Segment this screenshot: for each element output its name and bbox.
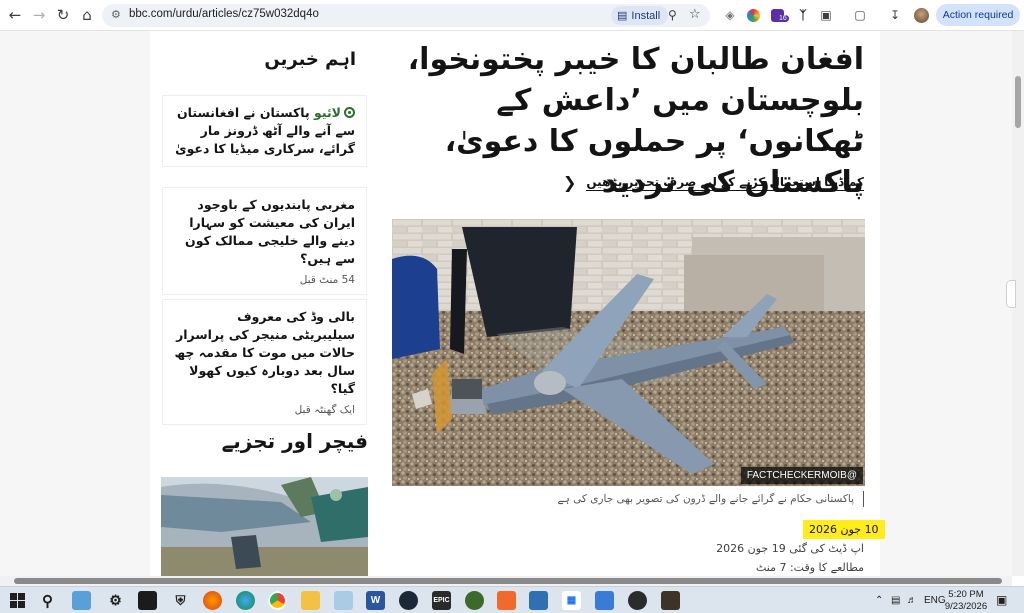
shield-extension-icon[interactable]: ◈ (721, 6, 739, 24)
search-icon[interactable]: ⚲ (38, 591, 57, 610)
story-timestamp: ایک گھنٹہ قبل (294, 404, 355, 416)
live-label: لائیو (314, 105, 341, 120)
hero-image: FACTCHECKERMOIB@ (392, 219, 865, 486)
settings-gear-icon[interactable]: ⚙ (106, 591, 125, 610)
clock-date: 9/23/2026 (944, 601, 988, 612)
site-info-icon[interactable]: ⚙ (111, 8, 121, 21)
firefox-icon[interactable] (203, 591, 222, 610)
windows-start-icon[interactable] (8, 591, 27, 610)
drone-photo (392, 219, 865, 486)
image-credit: FACTCHECKERMOIB@ (740, 467, 863, 484)
bookmark-star-icon[interactable]: ☆ (689, 7, 701, 22)
xbox-icon[interactable] (465, 591, 484, 610)
article-page: افغان طالبان کا خیبر پختونخوا، بلوچستان … (0, 31, 1024, 576)
feature-image[interactable] (161, 477, 368, 576)
security-shield-icon[interactable]: ⛨ (171, 591, 190, 610)
install-label: Install (631, 9, 661, 22)
aircraft-photo (161, 477, 368, 576)
install-icon: ▤ (617, 10, 628, 22)
obs-icon[interactable] (628, 591, 647, 610)
browser-toolbar: ← → ↻ ⌂ ⚙ bbc.com/urdu/articles/cz75w032… (0, 0, 1024, 31)
document-icon[interactable]: ▦ (562, 591, 581, 610)
story-title[interactable]: بالی وڈ کی معروف سیلیبریٹی منیجر کی پراس… (173, 308, 355, 398)
language-indicator[interactable]: ENG (924, 595, 946, 606)
notepad-icon[interactable] (334, 591, 353, 610)
top-stories-heading: اہم خبریں (264, 49, 356, 70)
publish-date: 10 جون 2026 (803, 520, 885, 539)
horizontal-scroll-thumb[interactable] (14, 578, 1002, 584)
text-only-link[interactable]: کم ڈیٹا استعمال کرنے کے لیے صرف تحریر پڑ… (563, 173, 864, 192)
side-panel-tab[interactable] (1006, 280, 1016, 308)
text-only-label[interactable]: کم ڈیٹا استعمال کرنے کے لیے صرف تحریر پڑ… (586, 175, 864, 191)
task-view-icon[interactable] (72, 591, 91, 610)
file-explorer-icon[interactable] (301, 591, 320, 610)
top-story-card[interactable]: لائیو پاکستان نے افغانستان سے آنے والے آ… (163, 96, 366, 166)
app-icon-blue[interactable] (529, 591, 548, 610)
word-icon[interactable]: W (366, 591, 385, 610)
vertical-scroll-thumb[interactable] (1015, 76, 1021, 128)
epic-games-icon[interactable]: EPIC (432, 591, 451, 610)
story-title[interactable]: مغربی پابندیوں کے باوجود ایران کی معیشت … (173, 196, 355, 268)
network-icon[interactable]: ▤ (891, 595, 900, 606)
color-extension-icon[interactable] (744, 6, 762, 24)
extensions-puzzle-icon[interactable]: ▣ (817, 6, 835, 24)
app-icon-orange[interactable] (497, 591, 516, 610)
install-button[interactable]: ▤ Install (611, 6, 669, 25)
updated-date: اپ ڈیٹ کی گئی 19 جون 2026 (716, 542, 864, 555)
zoom-icon[interactable]: ⚲ (668, 8, 677, 22)
live-icon (344, 107, 355, 118)
cast-icon[interactable]: ▢ (851, 6, 869, 24)
chrome-icon[interactable] (268, 591, 287, 610)
steam-icon[interactable] (399, 591, 418, 610)
download-icon[interactable]: ↧ (886, 6, 904, 24)
story-timestamp: 54 منٹ قبل (299, 274, 355, 286)
badge-extension-icon[interactable]: 16 (768, 6, 789, 24)
action-required-button[interactable]: Action required (936, 4, 1020, 26)
top-story-card[interactable]: بالی وڈ کی معروف سیلیبریٹی منیجر کی پراس… (163, 300, 366, 424)
profile-avatar[interactable] (912, 6, 930, 24)
forward-icon[interactable]: → (28, 4, 50, 26)
image-caption: پاکستانی حکام نے گرائے جانے والے ڈرون کی… (394, 491, 864, 507)
reload-icon[interactable]: ↻ (52, 4, 74, 26)
terminal-icon[interactable] (138, 591, 157, 610)
story-title[interactable]: لائیو پاکستان نے افغانستان سے آنے والے آ… (173, 104, 355, 158)
chevron-left-icon: ❮ (562, 173, 577, 192)
tray-overflow-icon[interactable]: ⌃ (875, 595, 883, 606)
taskbar-clock[interactable]: 5:20 PM 9/23/2026 (944, 589, 988, 613)
edge-icon[interactable] (236, 591, 255, 610)
person-extension-icon[interactable]: ᛉ (794, 6, 812, 24)
features-heading: فیچر اور تجزیے (221, 429, 368, 453)
address-bar[interactable]: ⚙ bbc.com/urdu/articles/cz75w032dq4o ▤ I… (102, 4, 710, 27)
windows-taskbar: ⚲ ⚙ ⛨ W EPIC ▦ ⌃ ▤ ♬ ENG 5:20 PM 9/23/20… (0, 586, 1024, 613)
home-icon[interactable]: ⌂ (76, 4, 98, 26)
app-icon-dark[interactable] (661, 591, 680, 610)
read-time: مطالعے کا وقت: 7 منٹ (755, 561, 864, 574)
clock-time: 5:20 PM (948, 589, 984, 600)
notification-icon[interactable]: ▣ (996, 593, 1007, 607)
url-text[interactable]: bbc.com/urdu/articles/cz75w032dq4o (129, 8, 319, 20)
volume-icon[interactable]: ♬ (907, 595, 917, 606)
extension-badge: 16 (777, 15, 789, 22)
horizontal-scrollbar[interactable] (0, 576, 1012, 586)
photos-icon[interactable] (595, 591, 614, 610)
back-icon[interactable]: ← (4, 4, 26, 26)
top-story-card[interactable]: مغربی پابندیوں کے باوجود ایران کی معیشت … (163, 188, 366, 294)
